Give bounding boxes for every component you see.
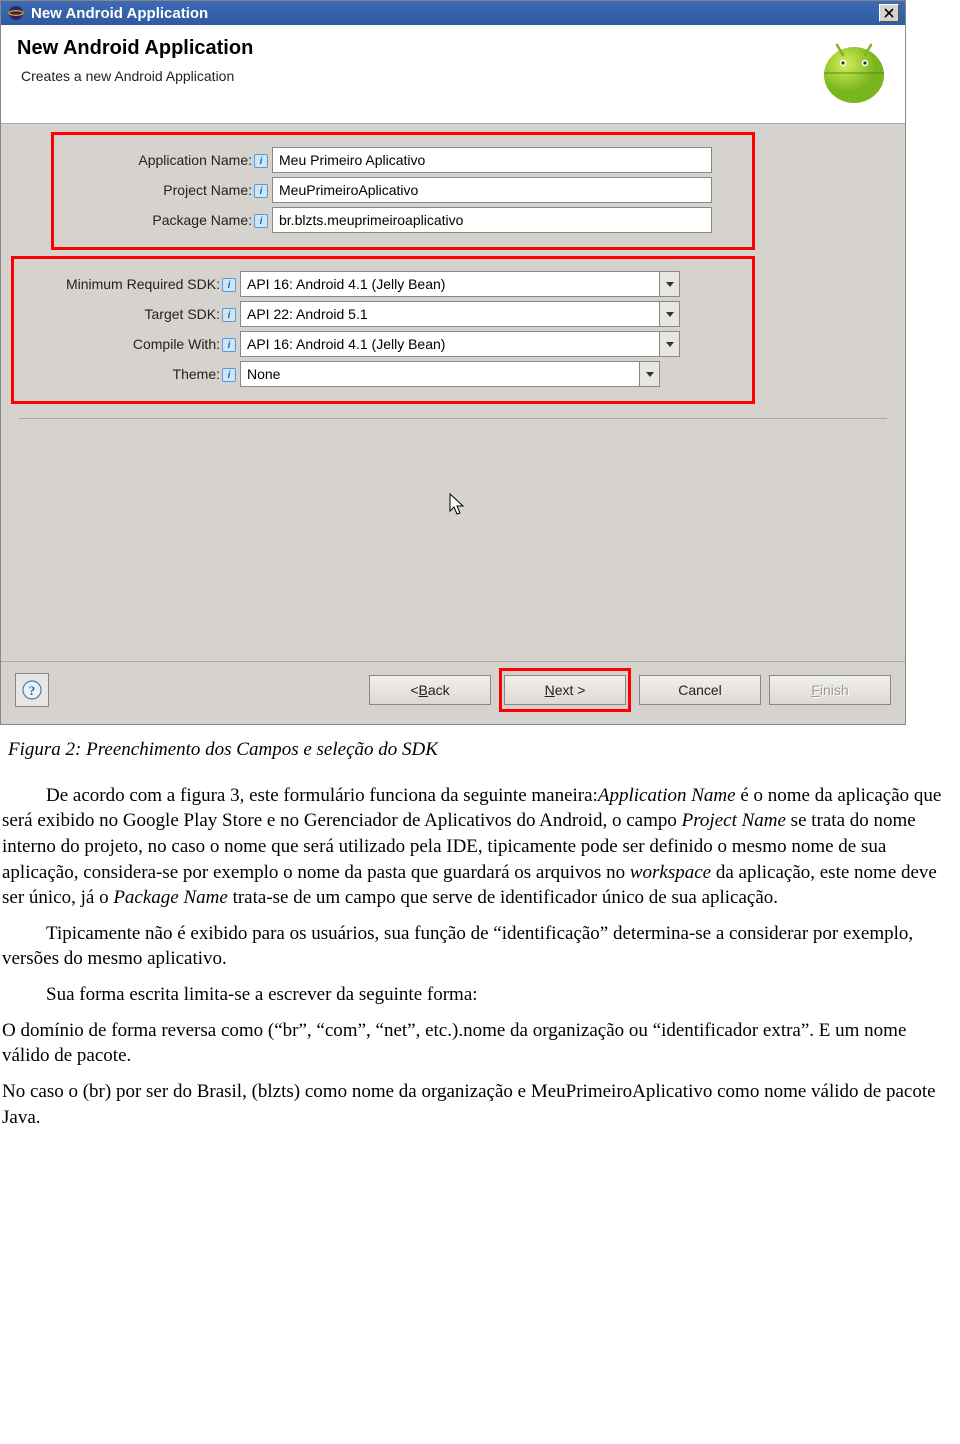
form-area: Application Name:i Project Name:i Packag… (1, 124, 905, 661)
label-package-name: Package Name:i (64, 212, 272, 228)
info-icon[interactable]: i (222, 278, 236, 292)
info-icon[interactable]: i (222, 338, 236, 352)
package-name-input[interactable] (272, 207, 712, 233)
chevron-down-icon (666, 312, 674, 317)
header-panel: New Android Application Creates a new An… (1, 25, 905, 124)
paragraph: Tipicamente não é exibido para os usuári… (2, 921, 958, 972)
figure-caption: Figura 2: Preenchimento dos Campos e sel… (8, 737, 958, 763)
cursor-icon (449, 493, 467, 523)
label-theme: Theme:i (24, 366, 240, 382)
paragraph: Sua forma escrita limita-se a escrever d… (2, 982, 958, 1008)
label-min-sdk: Minimum Required SDK:i (24, 276, 240, 292)
close-icon (884, 8, 894, 18)
paragraph: De acordo com a figura 3, este formulári… (2, 783, 958, 911)
dropdown-button[interactable] (659, 332, 679, 356)
svg-text:?: ? (29, 683, 36, 698)
info-icon[interactable]: i (222, 308, 236, 322)
target-sdk-value: API 22: Android 5.1 (241, 306, 659, 322)
help-icon: ? (22, 680, 42, 700)
label-target-sdk: Target SDK:i (24, 306, 240, 322)
header-subtitle: Creates a new Android Application (21, 68, 819, 84)
android-icon (819, 37, 889, 107)
compile-with-value: API 16: Android 4.1 (Jelly Bean) (241, 336, 659, 352)
window-title: New Android Application (31, 5, 208, 22)
theme-combo[interactable]: None (240, 361, 660, 387)
min-sdk-combo[interactable]: API 16: Android 4.1 (Jelly Bean) (240, 271, 680, 297)
theme-value: None (241, 366, 639, 382)
help-button[interactable]: ? (15, 673, 49, 707)
close-button[interactable] (879, 4, 899, 22)
wizard-dialog: New Android Application New Android Appl… (0, 0, 906, 725)
dropdown-button[interactable] (659, 272, 679, 296)
label-app-name: Application Name:i (64, 152, 272, 168)
info-icon[interactable]: i (254, 214, 268, 228)
min-sdk-value: API 16: Android 4.1 (Jelly Bean) (241, 276, 659, 292)
target-sdk-combo[interactable]: API 22: Android 5.1 (240, 301, 680, 327)
eclipse-icon (7, 4, 25, 22)
project-name-input[interactable] (272, 177, 712, 203)
label-compile-with: Compile With:i (24, 336, 240, 352)
dropdown-button[interactable] (659, 302, 679, 326)
finish-button[interactable]: Finish (769, 675, 891, 705)
chevron-down-icon (666, 282, 674, 287)
titlebar[interactable]: New Android Application (1, 1, 905, 25)
highlight-names: Application Name:i Project Name:i Packag… (51, 132, 755, 250)
info-icon[interactable]: i (222, 368, 236, 382)
label-project-name: Project Name:i (64, 182, 272, 198)
back-button[interactable]: < Back (369, 675, 491, 705)
info-icon[interactable]: i (254, 184, 268, 198)
paragraph: No caso o (br) por ser do Brasil, (blzts… (2, 1079, 958, 1130)
cancel-button[interactable]: Cancel (639, 675, 761, 705)
paragraph: O domínio de forma reversa como (“br”, “… (2, 1018, 958, 1069)
application-name-input[interactable] (272, 147, 712, 173)
highlight-sdk: Minimum Required SDK:i API 16: Android 4… (11, 256, 755, 404)
dropdown-button[interactable] (639, 362, 659, 386)
next-button[interactable]: Next > (504, 675, 626, 705)
info-icon[interactable]: i (254, 154, 268, 168)
chevron-down-icon (646, 372, 654, 377)
document-body: Figura 2: Preenchimento dos Campos e sel… (0, 725, 960, 1152)
empty-area (11, 433, 895, 653)
compile-with-combo[interactable]: API 16: Android 4.1 (Jelly Bean) (240, 331, 680, 357)
chevron-down-icon (666, 342, 674, 347)
divider (19, 418, 887, 419)
highlight-next: Next > (499, 668, 631, 712)
header-title: New Android Application (17, 37, 819, 60)
button-bar: ? < Back Next > Cancel Finish (1, 661, 905, 724)
